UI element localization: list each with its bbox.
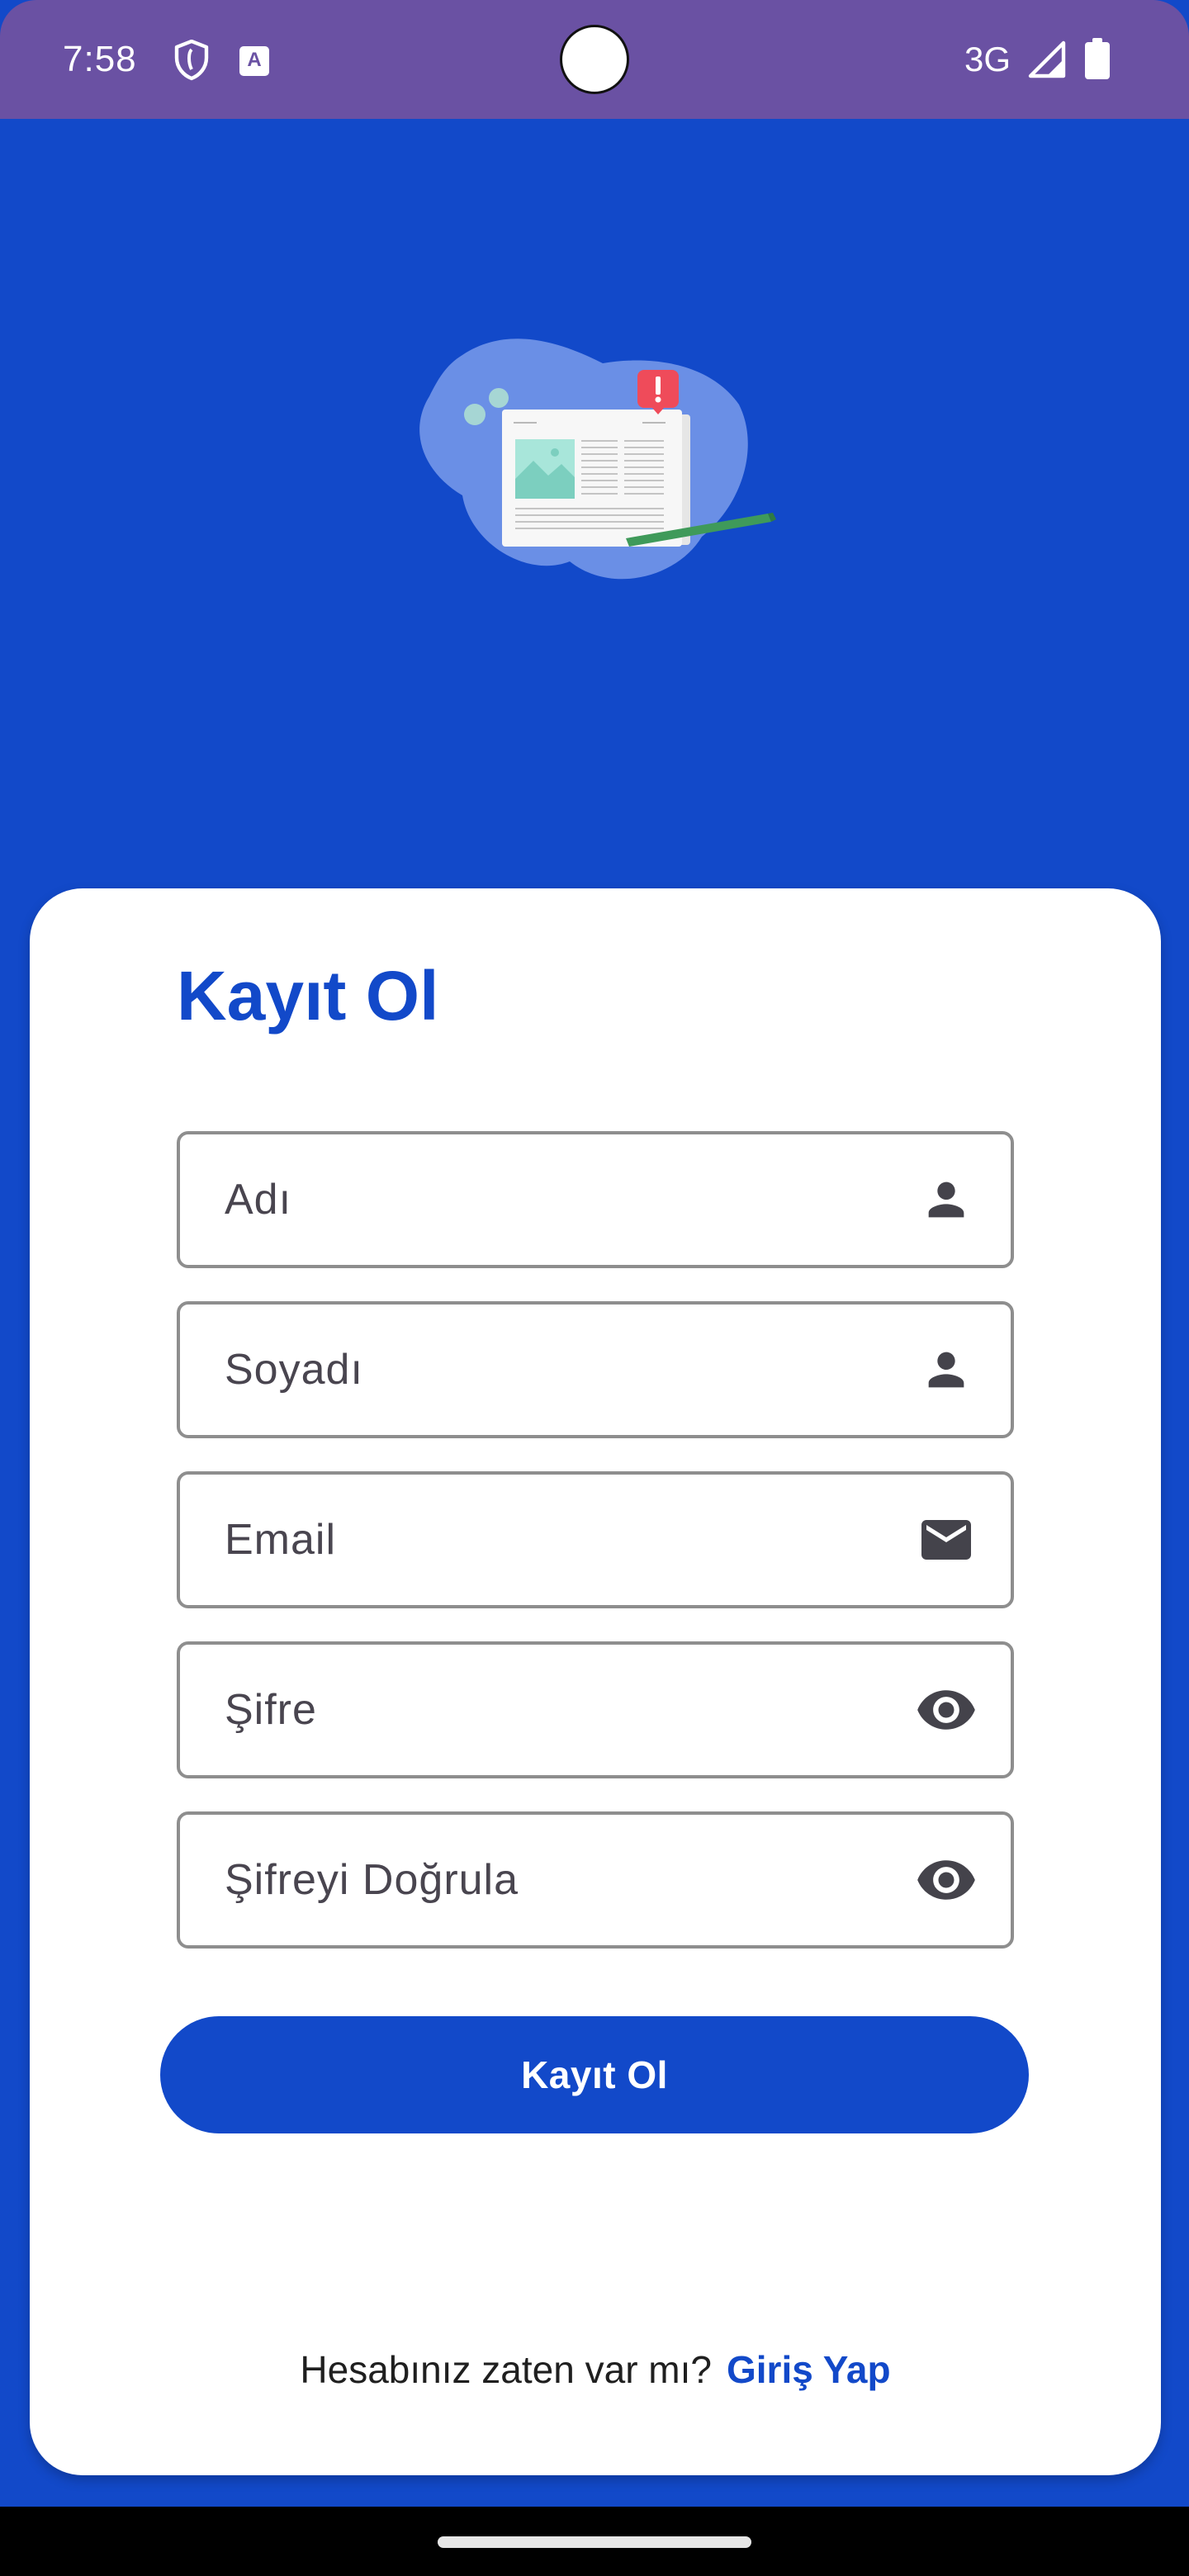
login-prompt: Hesabınız zaten var mı? Giriş Yap <box>30 2345 1161 2394</box>
newspaper-illustration-icon <box>413 330 784 603</box>
last-name-placeholder: Soyadı <box>225 1346 363 1394</box>
home-handle[interactable] <box>438 2536 751 2548</box>
shield-icon <box>172 39 211 81</box>
eye-icon[interactable] <box>915 1679 978 1741</box>
status-bar: 7:58 A 3G <box>0 0 1189 119</box>
text-badge-icon: A <box>239 46 269 76</box>
confirm-password-field[interactable]: Şifreyi Doğrula <box>177 1811 1014 1949</box>
email-placeholder: Email <box>225 1516 337 1564</box>
email-field[interactable]: Email <box>177 1471 1014 1608</box>
email-icon <box>915 1508 978 1571</box>
eye-icon[interactable] <box>915 1849 978 1911</box>
first-name-field[interactable]: Adı <box>177 1131 1014 1268</box>
confirm-password-placeholder: Şifreyi Doğrula <box>225 1856 519 1904</box>
camera-cutout <box>560 25 629 94</box>
page-title: Kayıt Ol <box>177 957 439 1035</box>
register-card: Kayıt Ol Adı Soyadı Email Şifre Şifreyi … <box>30 888 1161 2475</box>
status-time: 7:58 <box>63 39 137 79</box>
person-icon <box>915 1338 978 1401</box>
first-name-placeholder: Adı <box>225 1176 292 1224</box>
battery-icon <box>1085 38 1110 79</box>
network-type: 3G <box>964 40 1011 78</box>
person-icon <box>915 1168 978 1231</box>
login-link[interactable]: Giriş Yap <box>727 2348 891 2391</box>
login-question: Hesabınız zaten var mı? <box>300 2348 712 2391</box>
register-button[interactable]: Kayıt Ol <box>160 2016 1029 2133</box>
signal-icon <box>1027 40 1067 79</box>
password-placeholder: Şifre <box>225 1686 317 1734</box>
password-field[interactable]: Şifre <box>177 1641 1014 1778</box>
navigation-bar <box>0 2507 1189 2576</box>
last-name-field[interactable]: Soyadı <box>177 1301 1014 1438</box>
